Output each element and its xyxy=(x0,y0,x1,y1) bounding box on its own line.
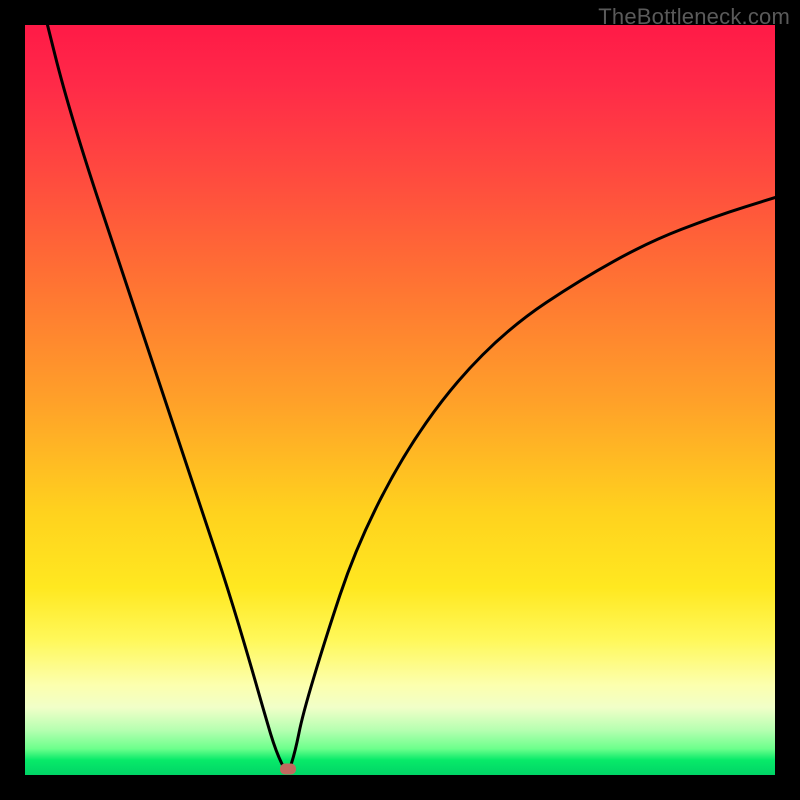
optimal-point-marker xyxy=(280,764,296,775)
bottleneck-curve xyxy=(48,25,776,769)
curve-layer xyxy=(25,25,775,775)
plot-area xyxy=(25,25,775,775)
chart-frame: TheBottleneck.com xyxy=(0,0,800,800)
attribution-label: TheBottleneck.com xyxy=(598,4,790,30)
